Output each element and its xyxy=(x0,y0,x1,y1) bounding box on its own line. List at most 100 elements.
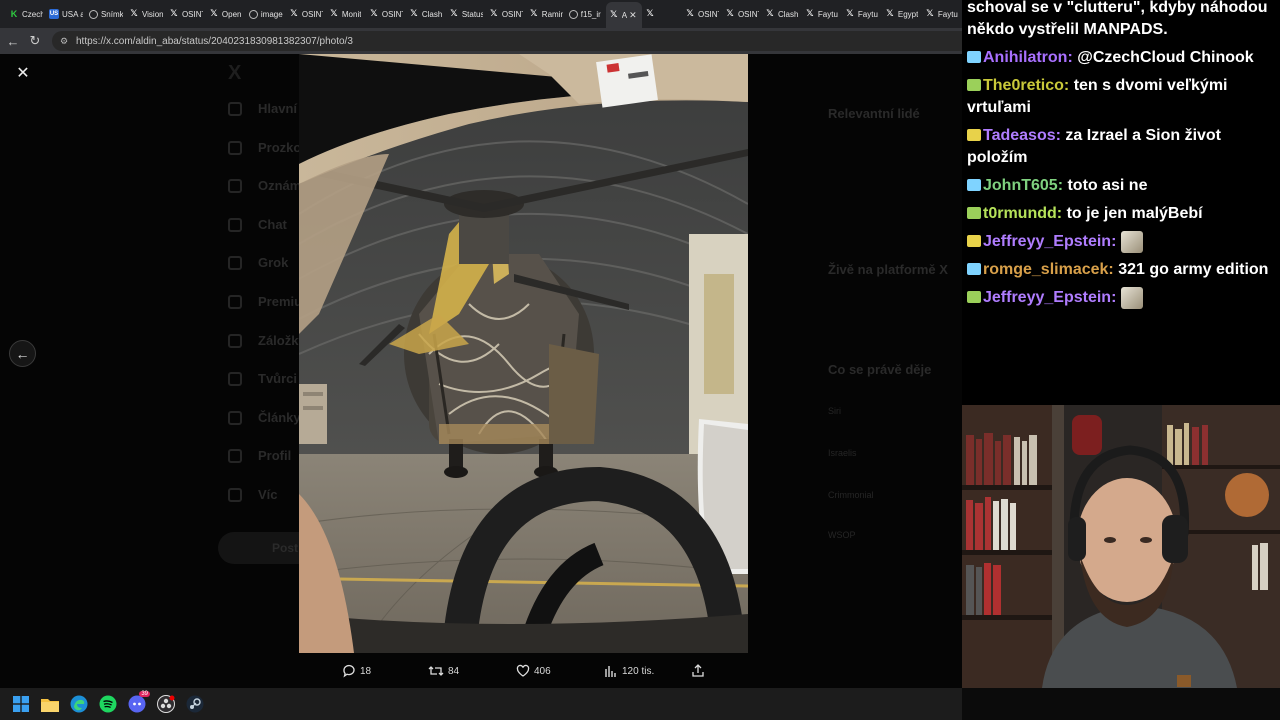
ghost-right-label: Co se právě děje xyxy=(828,362,932,377)
ghost-nav-icon xyxy=(228,102,242,116)
url-text: https://x.com/aldin_aba/status/204023183… xyxy=(76,35,353,47)
discord-icon[interactable]: 39 xyxy=(126,691,150,715)
edge-icon[interactable] xyxy=(68,693,90,715)
browser-tab[interactable]: image xyxy=(246,3,286,25)
browser-tab[interactable]: 𝕏OSINT xyxy=(166,3,206,25)
tab-label: OSINT xyxy=(501,9,523,19)
chat-text: to je jen malýBebí xyxy=(1066,205,1203,222)
tab-label: Faytu xyxy=(817,9,838,19)
usa-icon: US xyxy=(48,9,59,19)
chat-username[interactable]: The0retico xyxy=(983,77,1064,94)
chat-badge-icon xyxy=(967,207,981,219)
like-button[interactable]: 406 xyxy=(516,664,551,678)
browser-tab[interactable]: Snímk xyxy=(86,3,126,25)
tab-close-icon[interactable]: ✕ xyxy=(629,10,637,21)
reply-count: 18 xyxy=(360,665,372,677)
chat-badge-icon xyxy=(967,179,981,191)
ghost-nav-label: Články xyxy=(258,409,301,425)
browser-tab[interactable]: 𝕏 Egypt xyxy=(882,3,922,25)
browser-tab[interactable]: f15_ir xyxy=(566,3,606,25)
chat-username[interactable]: Jeffreyy_Epstein xyxy=(983,289,1111,306)
chat-message: Jeffreyy_Epstein: xyxy=(967,231,1276,253)
windows-start-icon[interactable] xyxy=(10,693,32,715)
x-icon: 𝕏 xyxy=(490,9,498,19)
browser-tab[interactable]: 𝕏 Faytu xyxy=(842,3,882,25)
chat-username[interactable]: JohnT605 xyxy=(983,177,1058,194)
browser-tab[interactable]: 𝕏OSINT xyxy=(682,3,722,25)
chat-separator: : xyxy=(1111,233,1121,251)
chat-separator: : xyxy=(1056,205,1067,222)
browser-tab[interactable]: 𝕏 Open xyxy=(206,3,246,25)
browser-tab[interactable]: 𝕏 Monit xyxy=(326,3,366,25)
steam-icon[interactable] xyxy=(184,693,206,715)
ghost-nav-icon xyxy=(228,179,242,194)
chat-message: Jeffreyy_Epstein: xyxy=(967,287,1276,310)
tab-label: Clash xyxy=(777,9,799,19)
browser-tab[interactable]: K Czech xyxy=(6,3,46,25)
ghost-nav-icon xyxy=(228,488,242,502)
repost-count: 84 xyxy=(448,665,460,677)
x-logo-icon: X xyxy=(228,62,242,84)
browser-tab[interactable]: 𝕏OSINT xyxy=(486,3,526,25)
browser-tab[interactable]: 𝕏 Vision xyxy=(126,3,166,25)
browser-tab[interactable]: 𝕏 Status xyxy=(446,3,486,25)
browser-tab[interactable]: 𝕏 Faytu xyxy=(802,3,842,25)
x-icon: 𝕏 xyxy=(726,9,734,19)
reply-button[interactable]: 18 xyxy=(342,664,371,678)
ghost-nav-icon xyxy=(228,217,242,232)
browser-tab[interactable]: 𝕏OSINT xyxy=(286,3,326,25)
file-explorer-icon[interactable] xyxy=(39,693,61,715)
browser-tab[interactable]: 𝕏OSINT xyxy=(722,3,762,25)
chat-username[interactable]: Jeffreyy_Epstein xyxy=(983,233,1111,250)
taskbar-right-blank xyxy=(962,688,1280,720)
chat-message: schoval se v "clutteru", kdyby náhodou n… xyxy=(967,0,1276,41)
repost-button[interactable]: 84 xyxy=(428,664,459,678)
chat-separator: : xyxy=(1063,77,1074,94)
x-icon: 𝕏 xyxy=(130,9,138,19)
ghost-right-label: Relevantní lidé xyxy=(828,106,920,121)
screen: KCzechUSUSA aSnímk𝕏Vision𝕏OSINT𝕏Openimag… xyxy=(0,0,1280,720)
globe-icon xyxy=(88,9,98,19)
post-action-bar: 18 84 406 120 tis. xyxy=(0,658,962,688)
browser-tab[interactable]: 𝕏 Ramin xyxy=(526,3,566,25)
back-arrow-icon[interactable]: ← xyxy=(4,32,22,50)
ghost-nav-label: Tvůrci xyxy=(258,371,298,387)
spotify-icon[interactable] xyxy=(97,693,119,715)
tab-active[interactable]: 𝕏 A ✕ xyxy=(605,2,642,28)
chat-text: @CzechCloud Chinook xyxy=(1077,49,1254,66)
globe-icon xyxy=(248,9,258,19)
heart-icon xyxy=(516,664,530,677)
browser-tab[interactable]: 𝕏 Faytu xyxy=(922,3,962,25)
x-icon: 𝕏 xyxy=(170,9,178,19)
browser-tab[interactable]: US USA a xyxy=(46,3,86,25)
site-info-icon[interactable]: ⚙ xyxy=(60,36,70,46)
webcam-feed xyxy=(962,405,1280,688)
views-button[interactable]: 120 tis. xyxy=(604,664,654,678)
reload-icon[interactable]: ↻ xyxy=(26,32,44,50)
previous-photo-button[interactable]: ← xyxy=(9,340,36,367)
chat-username[interactable]: Tadeasos xyxy=(983,127,1056,144)
browser-tab[interactable]: 𝕏 Clash xyxy=(406,3,446,25)
chat-separator: : xyxy=(1055,127,1066,144)
close-icon[interactable]: ✕ xyxy=(12,62,34,84)
chat-badge-icon xyxy=(967,51,981,63)
chat-message: The0retico: ten s dvomi veľkými vrtuľami xyxy=(967,75,1276,119)
browser-tab[interactable]: 𝕏OSINT xyxy=(366,3,406,25)
tab-label: OSINT xyxy=(737,9,759,19)
share-button[interactable] xyxy=(691,664,709,678)
browser-tab[interactable]: 𝕏 xyxy=(642,3,682,25)
chat-username[interactable]: Anihilatron xyxy=(983,49,1067,66)
chat-badge-icon xyxy=(967,129,981,141)
x-icon: 𝕏 xyxy=(330,9,338,19)
ghost-nav-icon xyxy=(228,372,242,387)
chat-username[interactable]: t0rmundd xyxy=(983,205,1057,222)
browser-tab[interactable]: 𝕏 Clash xyxy=(762,3,802,25)
chat-username[interactable]: romge_slimacek xyxy=(983,261,1108,278)
obs-icon[interactable] xyxy=(155,693,177,715)
ghost-nav-label: Grok xyxy=(258,255,289,271)
chat-message: t0rmundd: to je jen malýBebí xyxy=(967,203,1276,225)
chat-message: Tadeasos: za Izrael a Sion život položím xyxy=(967,125,1276,169)
address-bar[interactable]: ⚙ https://x.com/aldin_aba/status/2040231… xyxy=(52,31,962,51)
repost-icon xyxy=(428,666,444,676)
ghost-nav-icon xyxy=(228,449,242,464)
